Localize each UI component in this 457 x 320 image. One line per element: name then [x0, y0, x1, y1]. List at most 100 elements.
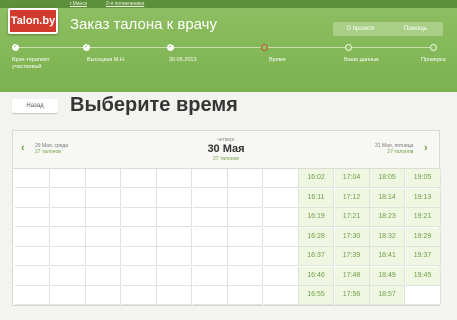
time-slot[interactable]: 19:13: [405, 188, 441, 208]
time-slot[interactable]: 19:37: [405, 247, 441, 266]
empty-slot: [192, 266, 228, 286]
empty-slot: [86, 266, 121, 286]
empty-slot: [86, 286, 121, 305]
empty-slot: [228, 208, 263, 227]
time-slot[interactable]: 19:21: [405, 208, 441, 227]
time-slot[interactable]: 17:39: [334, 247, 370, 266]
nav-help-link[interactable]: Помощь: [388, 22, 443, 36]
time-slot[interactable]: 17:21: [334, 208, 370, 227]
empty-slot: [157, 169, 192, 188]
empty-slot: [228, 247, 263, 266]
step-marker-5: [345, 44, 352, 51]
chevron-right-icon[interactable]: ›: [424, 142, 428, 154]
day-navigation: ‹ 29 Мая, среда 27 талонов четверг 30 Ма…: [13, 131, 439, 169]
time-slot[interactable]: 16:28: [299, 227, 334, 247]
empty-slot: [192, 247, 228, 266]
time-slot[interactable]: 16:11: [299, 188, 334, 208]
empty-slot: [157, 227, 192, 247]
step-label-1: Врач-терапевт участковый: [12, 57, 50, 70]
step-label-3: 30.05.2013: [169, 57, 197, 63]
time-slot[interactable]: 18:41: [370, 247, 405, 266]
breadcrumb-city[interactable]: г.Минск: [70, 0, 87, 8]
step-marker-6: [430, 44, 437, 51]
empty-slot: [86, 247, 121, 266]
empty-slot: [192, 286, 228, 305]
time-slot[interactable]: 16:37: [299, 247, 334, 266]
time-slot[interactable]: 18:23: [370, 208, 405, 227]
time-slot[interactable]: 16:46: [299, 266, 334, 286]
top-nav: О проекте Помощь: [333, 22, 443, 36]
current-day-count: 27 талонов: [213, 156, 239, 162]
empty-slot: [121, 208, 157, 227]
time-slot[interactable]: 17:04: [334, 169, 370, 188]
time-slot[interactable]: 17:48: [334, 266, 370, 286]
empty-slot: [192, 227, 228, 247]
empty-slot: [15, 169, 50, 188]
page-title: Заказ талона к врачу: [70, 16, 217, 33]
empty-slot: [50, 208, 86, 227]
time-slot[interactable]: 19:45: [405, 266, 441, 286]
empty-slot: [228, 266, 263, 286]
step-marker-4: [261, 44, 268, 51]
progress-line: [15, 47, 437, 48]
step-marker-3: [167, 43, 174, 51]
time-slot[interactable]: 18:05: [370, 169, 405, 188]
time-slot[interactable]: 18:32: [370, 227, 405, 247]
breadcrumb: г.Минск 2-я поликлиника: [0, 0, 457, 8]
step-label-6: Проверка: [421, 57, 446, 63]
time-slot[interactable]: 19:05: [405, 169, 441, 188]
next-day-count: 27 талонов: [387, 149, 414, 155]
time-slot[interactable]: 16:55: [299, 286, 334, 305]
empty-slot: [263, 247, 299, 266]
empty-slot: [50, 247, 86, 266]
empty-slot: [86, 188, 121, 208]
empty-slot: [263, 188, 299, 208]
empty-slot: [157, 266, 192, 286]
time-slot[interactable]: 18:57: [370, 286, 405, 305]
empty-slot: [121, 286, 157, 305]
empty-slot: [263, 208, 299, 227]
empty-slot: [86, 227, 121, 247]
nav-about-link[interactable]: О проекте: [333, 22, 388, 36]
next-day-link[interactable]: 31 Мая, пятница 27 талонов: [375, 143, 413, 155]
time-slot[interactable]: 16:02: [299, 169, 334, 188]
time-slot[interactable]: 16:19: [299, 208, 334, 227]
empty-slot: [86, 169, 121, 188]
empty-slot: [157, 188, 192, 208]
empty-slot: [15, 286, 50, 305]
logo[interactable]: Talon.by: [8, 8, 58, 34]
empty-slot: [15, 227, 50, 247]
empty-slot: [50, 286, 86, 305]
time-slot[interactable]: 17:30: [334, 227, 370, 247]
header-band: [0, 0, 457, 92]
empty-slot: [157, 247, 192, 266]
empty-slot: [15, 266, 50, 286]
empty-slot: [228, 227, 263, 247]
section-heading: Выберите время: [70, 94, 238, 116]
empty-slot: [263, 169, 299, 188]
empty-slot: [121, 188, 157, 208]
breadcrumb-clinic[interactable]: 2-я поликлиника: [106, 0, 144, 8]
time-slot[interactable]: 18:49: [370, 266, 405, 286]
step-label-5: Ваши данные: [344, 57, 380, 63]
empty-slot: [228, 188, 263, 208]
step-marker-2: [83, 43, 90, 51]
empty-slot: [263, 286, 299, 305]
empty-slot: [50, 188, 86, 208]
back-button[interactable]: Назад: [12, 99, 58, 113]
time-slot[interactable]: 17:12: [334, 188, 370, 208]
time-slot[interactable]: 18:14: [370, 188, 405, 208]
empty-slot: [263, 227, 299, 247]
empty-slot: [192, 169, 228, 188]
empty-slot: [405, 286, 441, 305]
time-slot[interactable]: 17:56: [334, 286, 370, 305]
empty-slot: [15, 208, 50, 227]
empty-slot: [157, 286, 192, 305]
empty-slot: [228, 169, 263, 188]
step-label-2: Высоцкая М.Н.: [87, 57, 126, 63]
empty-slot: [50, 169, 86, 188]
time-slot[interactable]: 19:29: [405, 227, 441, 247]
empty-slot: [50, 227, 86, 247]
empty-slot: [192, 188, 228, 208]
step-marker-1: [12, 43, 19, 51]
